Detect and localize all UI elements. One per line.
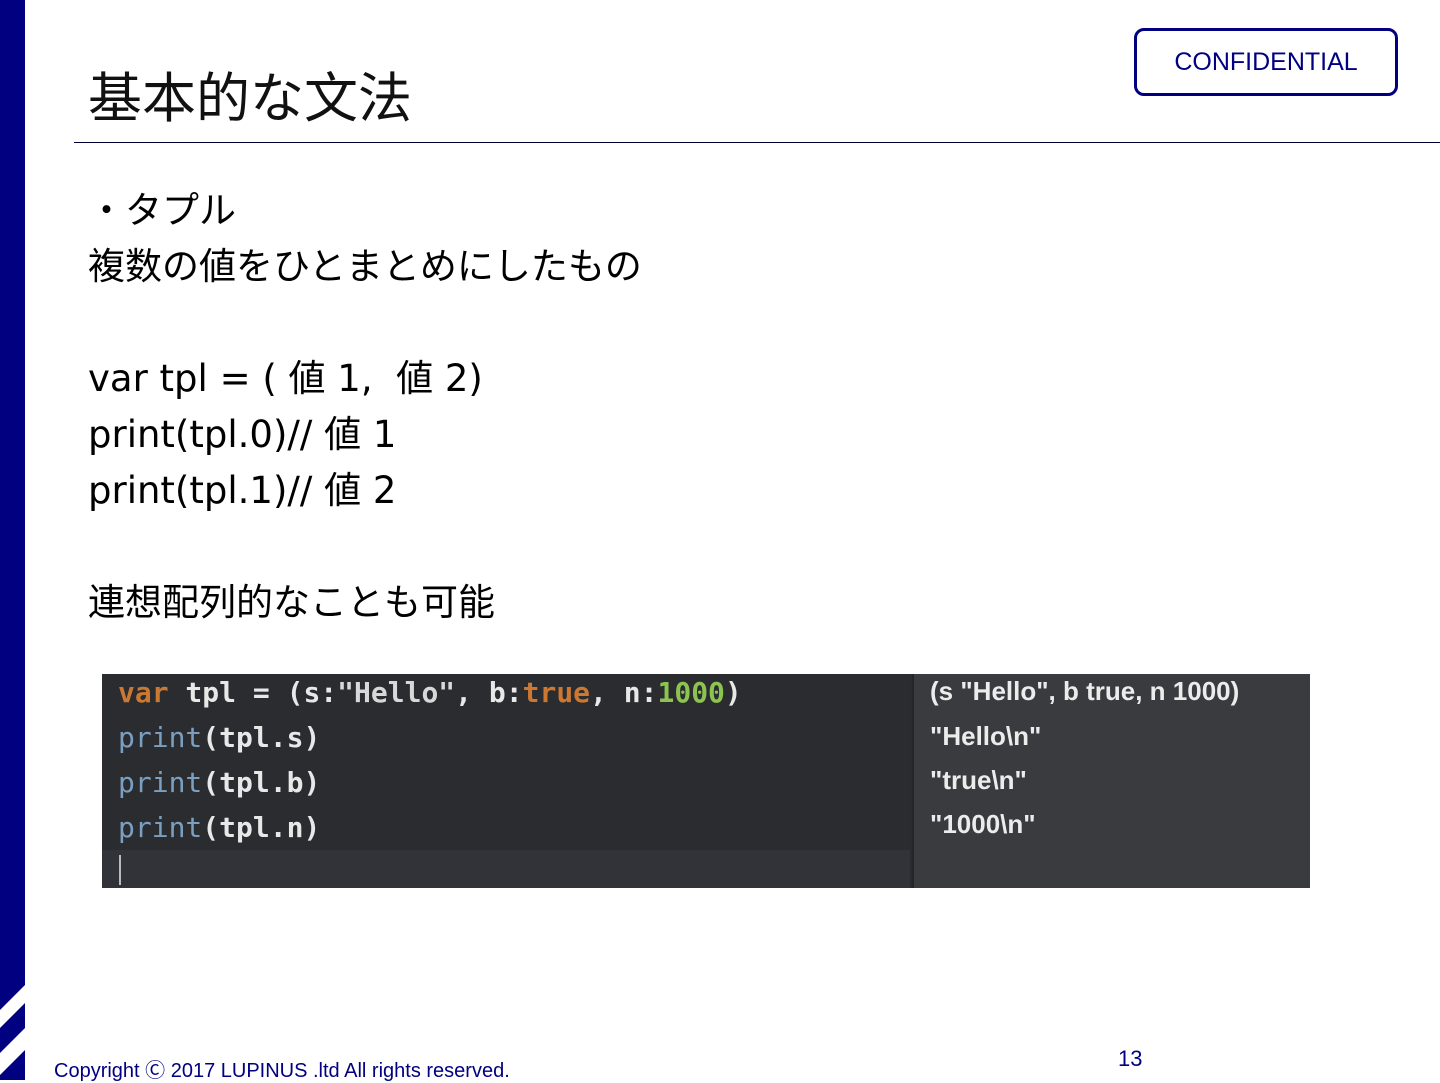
left-accent-bar (0, 0, 25, 1080)
code-example-line-1: var tpl = ( 値 1, 値 2) (88, 357, 483, 400)
result-line: (s "Hello", b true, n 1000) (930, 676, 1240, 706)
code-line: print(tpl.n) (118, 811, 321, 844)
tuple-description: 複数の値をひとまとめにしたもの (88, 245, 642, 288)
code-line: var tpl = (s:"Hello", b:true, n:1000) (118, 676, 742, 709)
title-divider (74, 142, 1440, 143)
code-line: print(tpl.b) (118, 766, 321, 799)
result-line: "true\n" (930, 765, 1027, 795)
playground-screenshot: var tpl = (s:"Hello", b:true, n:1000) pr… (102, 674, 1310, 888)
code-example-line-3: print(tpl.1)// 値 2 (88, 469, 397, 512)
copyright-footer: Copyright Ⓒ 2017 LUPINUS .ltd All rights… (54, 1060, 510, 1082)
result-line: "1000\n" (930, 809, 1036, 839)
code-editor[interactable]: var tpl = (s:"Hello", b:true, n:1000) pr… (102, 674, 910, 888)
page-number: 13 (1118, 1046, 1143, 1071)
results-sidebar: (s "Hello", b true, n 1000) "Hello\n" "t… (912, 674, 1310, 888)
keyword-var: var (118, 676, 169, 709)
confidential-badge: CONFIDENTIAL (1134, 28, 1398, 96)
associative-note: 連想配列的なことも可能 (88, 581, 495, 624)
stripe-decoration-icon (0, 985, 25, 1075)
code-line: print(tpl.s) (118, 721, 321, 754)
text-cursor (119, 855, 121, 885)
code-example-line-2: print(tpl.0)// 値 1 (88, 413, 397, 456)
slide-title: 基本的な文法 (88, 67, 412, 130)
current-line-highlight (102, 850, 910, 888)
bullet-tuple: ・タプル (88, 189, 236, 232)
result-line: "Hello\n" (930, 721, 1042, 751)
